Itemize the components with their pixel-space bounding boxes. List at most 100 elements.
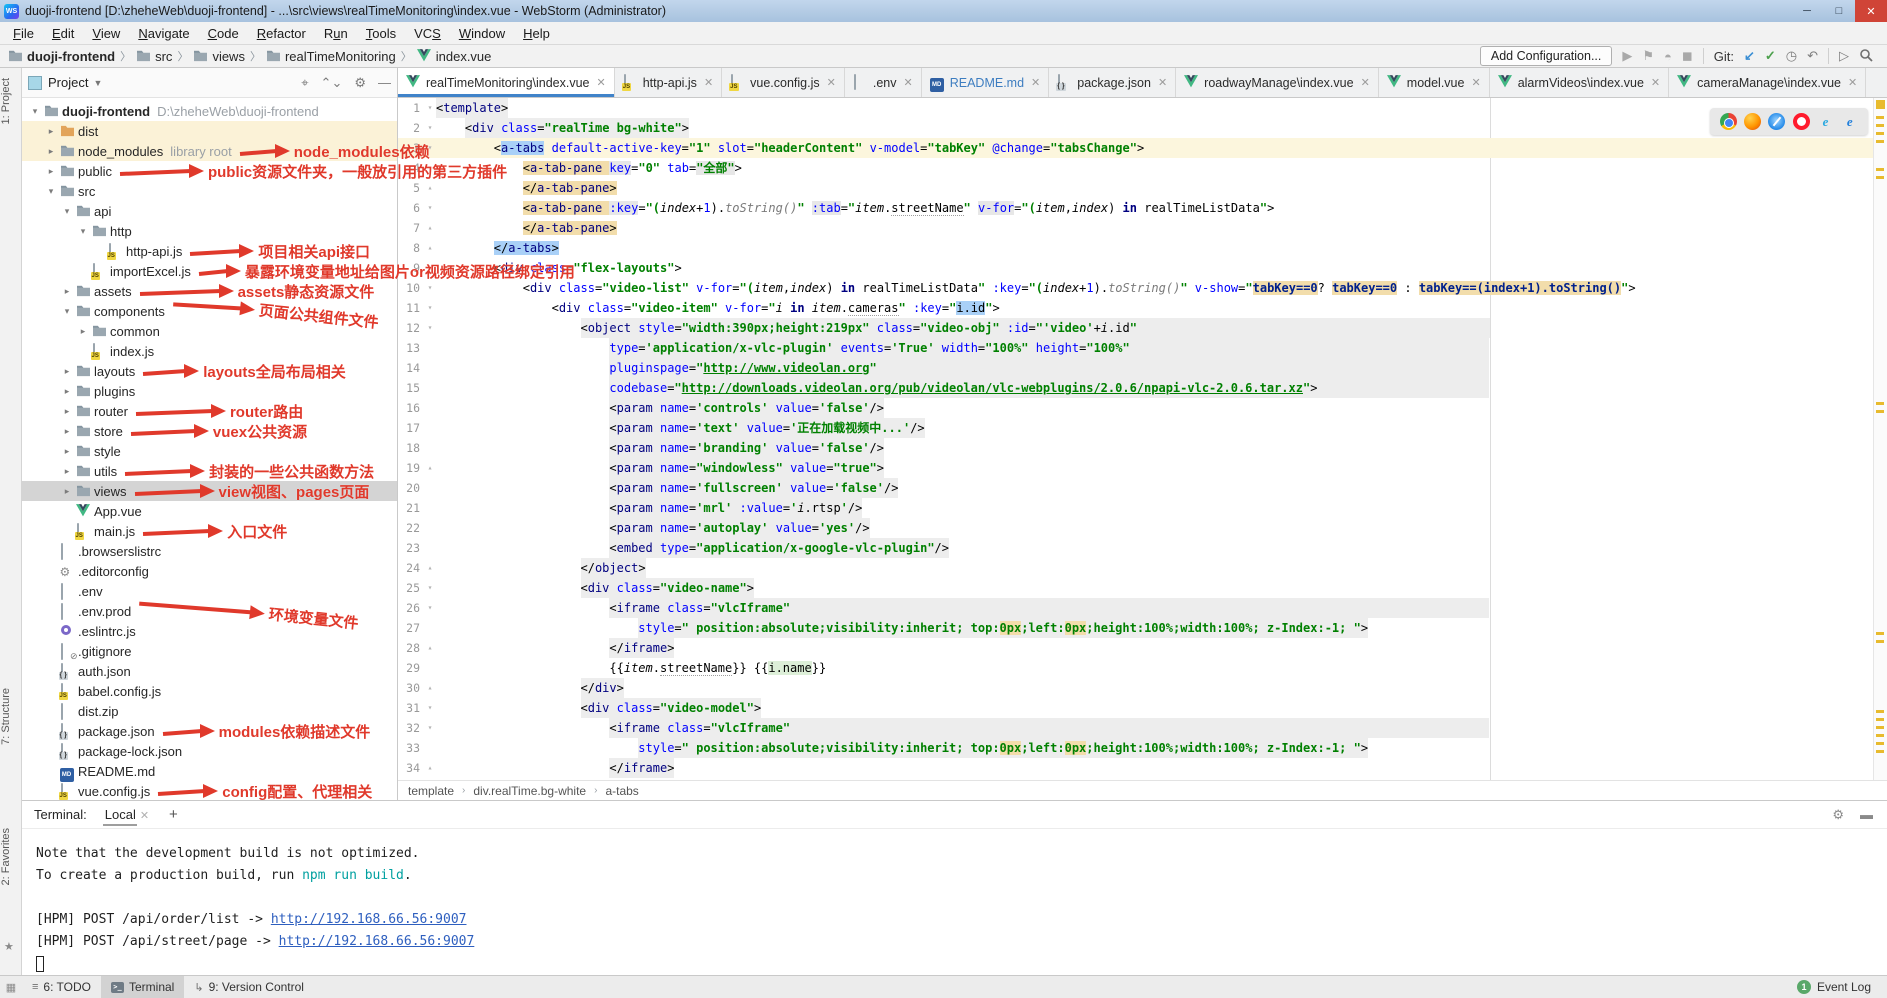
editor-tab-env[interactable]: .env✕: [845, 68, 922, 97]
tree-item-plugins[interactable]: ▸plugins: [22, 381, 397, 401]
tree-item-main-js[interactable]: JSmain.js入口文件: [22, 521, 397, 541]
project-panel-header[interactable]: Project ▼ ⌖ ⌃⌄ ⚙ —: [22, 68, 397, 98]
tree-item-duoji-frontend[interactable]: ▾duoji-frontendD:\zheheWeb\duoji-fronten…: [22, 101, 397, 121]
editor-tab-cameramanage-index-vue[interactable]: cameraManage\index.vue✕: [1669, 68, 1866, 97]
warning-marker[interactable]: [1876, 140, 1884, 143]
close-icon[interactable]: ✕: [827, 76, 836, 89]
close-icon[interactable]: ✕: [1848, 76, 1857, 89]
minimize-button[interactable]: ─: [1791, 0, 1823, 22]
menu-refactor[interactable]: Refactor: [248, 24, 315, 43]
menu-help[interactable]: Help: [514, 24, 559, 43]
fold-marker-icon[interactable]: ▾: [424, 298, 436, 318]
close-icon[interactable]: ✕: [1361, 76, 1370, 89]
editor-breadcrumb-template[interactable]: template: [408, 784, 454, 798]
fold-marker-icon[interactable]: ▴: [424, 678, 436, 698]
close-icon[interactable]: ✕: [904, 76, 913, 89]
tree-item-node-modules[interactable]: ▸node_moduleslibrary rootnode_modules依赖: [22, 141, 397, 161]
tree-item-browserslistrc[interactable]: .browserslistrc: [22, 541, 397, 561]
warning-marker[interactable]: [1876, 632, 1884, 635]
warning-marker[interactable]: [1876, 734, 1884, 737]
tree-item-public[interactable]: ▸publicpublic资源文件夹，一般放引用的第三方插件: [22, 161, 397, 181]
gear-icon[interactable]: ⚙: [354, 75, 366, 91]
warning-marker[interactable]: [1876, 176, 1884, 179]
tree-item-store[interactable]: ▸storevuex公共资源: [22, 421, 397, 441]
warning-marker[interactable]: [1876, 116, 1884, 119]
fold-marker-icon[interactable]: ▾: [424, 698, 436, 718]
fold-marker-icon[interactable]: ▾: [424, 118, 436, 138]
editor-tab-realtimemonitoring-index-vue[interactable]: realTimeMonitoring\index.vue✕: [398, 68, 615, 97]
debug-icon[interactable]: ⚑: [1642, 48, 1654, 64]
close-icon[interactable]: ✕: [1031, 76, 1040, 89]
warning-marker[interactable]: [1876, 124, 1884, 127]
menu-navigate[interactable]: Navigate: [129, 24, 198, 43]
fold-marker-icon[interactable]: ▴: [424, 238, 436, 258]
close-icon[interactable]: ✕: [1158, 76, 1167, 89]
terminal-minimize-icon[interactable]: ▬: [1860, 807, 1873, 823]
editor-breadcrumb-a-tabs[interactable]: a-tabs: [605, 784, 638, 798]
fold-marker-icon[interactable]: ▴: [424, 638, 436, 658]
breadcrumb-item-src[interactable]: src: [136, 49, 172, 64]
close-icon[interactable]: ✕: [140, 810, 149, 822]
warning-marker[interactable]: [1876, 132, 1884, 135]
close-icon[interactable]: ✕: [1471, 76, 1480, 89]
tool-window-toggle-icon[interactable]: ▦: [0, 981, 22, 994]
warning-marker[interactable]: [1876, 168, 1884, 171]
tree-item-editorconfig[interactable]: ⚙.editorconfig: [22, 561, 397, 581]
menu-tools[interactable]: Tools: [357, 24, 405, 43]
menu-window[interactable]: Window: [450, 24, 514, 43]
tree-item-babel-config-js[interactable]: JSbabel.config.js: [22, 681, 397, 701]
code-editor[interactable]: 1▾<template>2▾ <div class="realTime bg-w…: [398, 98, 1887, 780]
coverage-icon[interactable]: ◓: [1664, 49, 1672, 64]
new-terminal-button[interactable]: +: [169, 806, 178, 823]
menu-edit[interactable]: Edit: [43, 24, 83, 43]
statusbar-terminal[interactable]: >_Terminal: [101, 976, 184, 998]
editor-tab-http-api-js[interactable]: JShttp-api.js✕: [615, 68, 722, 97]
stop-icon[interactable]: ◼: [1682, 48, 1693, 64]
close-button[interactable]: ✕: [1855, 0, 1887, 22]
tree-item-index-js[interactable]: JSindex.js: [22, 341, 397, 361]
internet-explorer-icon[interactable]: e: [1817, 113, 1834, 130]
menu-run[interactable]: Run: [315, 24, 357, 43]
fold-marker-icon[interactable]: ▴: [424, 458, 436, 478]
menu-view[interactable]: View: [83, 24, 129, 43]
warning-marker[interactable]: [1876, 640, 1884, 643]
fold-marker-icon[interactable]: ▴: [424, 218, 436, 238]
editor-breadcrumb-div-realtime-bg-white[interactable]: div.realTime.bg-white: [473, 784, 586, 798]
editor-tab-vue-config-js[interactable]: JSvue.config.js✕: [722, 68, 845, 97]
stripe-favorites[interactable]: 2: Favorites: [0, 828, 22, 885]
edge-icon[interactable]: e: [1841, 113, 1858, 130]
opera-icon[interactable]: [1793, 113, 1810, 130]
warning-marker[interactable]: [1876, 742, 1884, 745]
run-anything-icon[interactable]: ▷: [1839, 48, 1849, 64]
editor-tab-model-vue[interactable]: model.vue✕: [1379, 68, 1490, 97]
tree-item-views[interactable]: ▸viewsview视图、pages页面: [22, 481, 397, 501]
tree-item-env-prod[interactable]: .env.prod环境变量文件: [22, 601, 397, 621]
editor-tab-package-json[interactable]: { }package.json✕: [1049, 68, 1176, 97]
editor-tab-alarmvideos-index-vue[interactable]: alarmVideos\index.vue✕: [1490, 68, 1669, 97]
git-rollback-icon[interactable]: ↶: [1807, 48, 1818, 64]
chrome-icon[interactable]: [1720, 113, 1737, 130]
editor-tab-roadwaymanage-index-vue[interactable]: roadwayManage\index.vue✕: [1176, 68, 1379, 97]
fold-marker-icon[interactable]: ▾: [424, 318, 436, 338]
warning-marker[interactable]: [1876, 726, 1884, 729]
tree-item-vue-config-js[interactable]: JSvue.config.jsconfig配置、代理相关: [22, 781, 397, 801]
terminal-settings-gear-icon[interactable]: ⚙: [1832, 807, 1844, 823]
tree-item-http-api-js[interactable]: JShttp-api.js项目相关api接口: [22, 241, 397, 261]
menu-vcs[interactable]: VCS: [405, 24, 450, 43]
warning-marker[interactable]: [1876, 750, 1884, 753]
warning-marker[interactable]: [1876, 410, 1884, 413]
search-everywhere-icon[interactable]: [1859, 48, 1873, 65]
tree-item-auth-json[interactable]: { }auth.json: [22, 661, 397, 681]
fold-marker-icon[interactable]: ▴: [424, 558, 436, 578]
tree-item-package-lock-json[interactable]: { }package-lock.json: [22, 741, 397, 761]
breadcrumb-item-realtimemonitoring[interactable]: realTimeMonitoring: [266, 49, 396, 64]
statusbar-6-todo[interactable]: ≡6: TODO: [22, 976, 101, 998]
tree-item-components[interactable]: ▾components页面公共组件文件: [22, 301, 397, 321]
stripe-structure[interactable]: 7: Structure: [0, 688, 22, 745]
fold-marker-icon[interactable]: ▾: [424, 98, 436, 118]
terminal-tab-local[interactable]: Local✕: [103, 803, 151, 826]
terminal-output[interactable]: Note that the development build is not o…: [22, 829, 1887, 972]
tree-item-dist-zip[interactable]: dist.zip: [22, 701, 397, 721]
close-icon[interactable]: ✕: [1651, 76, 1660, 89]
statusbar-9-version-control[interactable]: ↳9: Version Control: [184, 976, 314, 998]
